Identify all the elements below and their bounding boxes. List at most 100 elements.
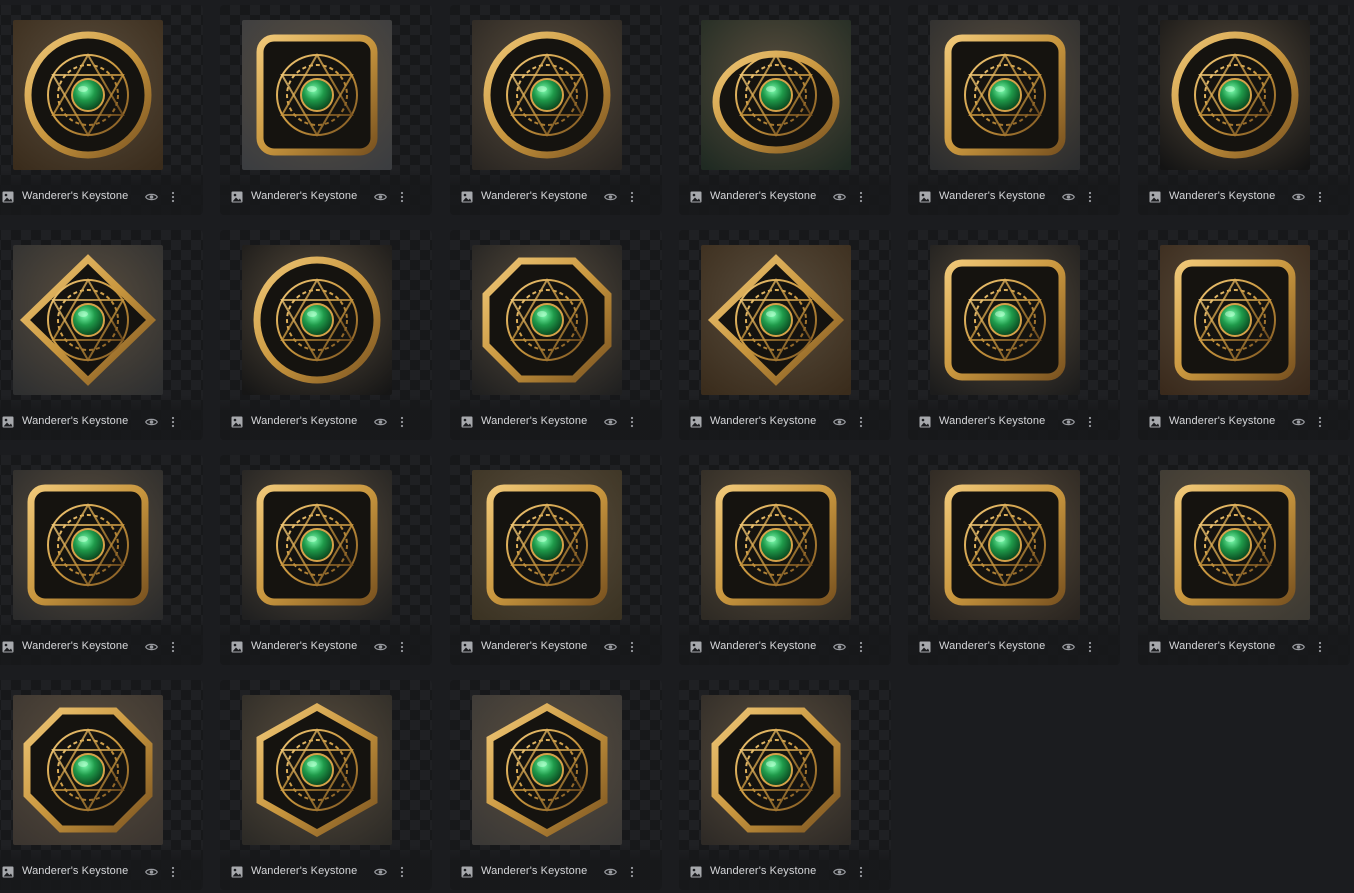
card-title: Wanderer's Keystone: [939, 415, 1046, 427]
keystone-thumbnail[interactable]: [242, 695, 392, 845]
image-icon: [1149, 416, 1161, 428]
gallery-card[interactable]: Wanderer's Keystone: [1138, 5, 1350, 215]
eye-icon[interactable]: [833, 642, 846, 652]
more-vertical-icon[interactable]: [1316, 415, 1324, 429]
card-footer: Wanderer's Keystone: [450, 845, 662, 890]
keystone-thumbnail[interactable]: [930, 470, 1080, 620]
keystone-thumbnail[interactable]: [701, 695, 851, 845]
gallery-card[interactable]: Wanderer's Keystone: [679, 5, 891, 215]
gallery-card[interactable]: Wanderer's Keystone: [908, 230, 1120, 440]
more-vertical-icon[interactable]: [1086, 190, 1094, 204]
more-vertical-icon[interactable]: [628, 865, 636, 879]
gallery-card[interactable]: Wanderer's Keystone: [908, 5, 1120, 215]
eye-icon[interactable]: [1292, 192, 1305, 202]
eye-icon[interactable]: [1292, 642, 1305, 652]
card-footer: Wanderer's Keystone: [908, 395, 1120, 440]
gallery-card[interactable]: Wanderer's Keystone: [1138, 230, 1350, 440]
card-footer: Wanderer's Keystone: [0, 395, 203, 440]
gallery-card[interactable]: Wanderer's Keystone: [0, 680, 203, 890]
keystone-thumbnail[interactable]: [701, 470, 851, 620]
more-vertical-icon[interactable]: [628, 640, 636, 654]
keystone-thumbnail[interactable]: [13, 695, 163, 845]
eye-icon[interactable]: [374, 417, 387, 427]
card-footer: Wanderer's Keystone: [0, 170, 203, 215]
gallery-card[interactable]: Wanderer's Keystone: [1138, 455, 1350, 665]
gallery-card[interactable]: Wanderer's Keystone: [679, 230, 891, 440]
eye-icon[interactable]: [1062, 417, 1075, 427]
more-vertical-icon[interactable]: [857, 640, 865, 654]
more-vertical-icon[interactable]: [169, 190, 177, 204]
card-footer: Wanderer's Keystone: [220, 845, 432, 890]
keystone-thumbnail[interactable]: [242, 245, 392, 395]
gallery-card[interactable]: Wanderer's Keystone: [0, 5, 203, 215]
eye-icon[interactable]: [833, 867, 846, 877]
eye-icon[interactable]: [145, 417, 158, 427]
gallery-card[interactable]: Wanderer's Keystone: [0, 455, 203, 665]
gallery-card[interactable]: Wanderer's Keystone: [679, 455, 891, 665]
eye-icon[interactable]: [833, 417, 846, 427]
gallery-card[interactable]: Wanderer's Keystone: [450, 230, 662, 440]
more-vertical-icon[interactable]: [1316, 640, 1324, 654]
more-vertical-icon[interactable]: [169, 640, 177, 654]
more-vertical-icon[interactable]: [628, 415, 636, 429]
keystone-thumbnail[interactable]: [472, 20, 622, 170]
eye-icon[interactable]: [1062, 192, 1075, 202]
eye-icon[interactable]: [145, 642, 158, 652]
eye-icon[interactable]: [374, 192, 387, 202]
gallery-card[interactable]: Wanderer's Keystone: [450, 680, 662, 890]
keystone-thumbnail[interactable]: [13, 20, 163, 170]
image-icon: [231, 416, 243, 428]
more-vertical-icon[interactable]: [857, 415, 865, 429]
gallery-card[interactable]: Wanderer's Keystone: [220, 230, 432, 440]
keystone-thumbnail[interactable]: [13, 245, 163, 395]
more-vertical-icon[interactable]: [1316, 190, 1324, 204]
keystone-thumbnail[interactable]: [701, 245, 851, 395]
gallery-card[interactable]: Wanderer's Keystone: [0, 230, 203, 440]
keystone-thumbnail[interactable]: [1160, 20, 1310, 170]
keystone-thumbnail[interactable]: [472, 470, 622, 620]
gallery-card[interactable]: Wanderer's Keystone: [908, 455, 1120, 665]
keystone-thumbnail[interactable]: [1160, 470, 1310, 620]
keystone-thumbnail[interactable]: [930, 20, 1080, 170]
eye-icon[interactable]: [604, 417, 617, 427]
more-vertical-icon[interactable]: [398, 640, 406, 654]
more-vertical-icon[interactable]: [398, 865, 406, 879]
gallery-card[interactable]: Wanderer's Keystone: [679, 680, 891, 890]
more-vertical-icon[interactable]: [857, 190, 865, 204]
keystone-thumbnail[interactable]: [242, 20, 392, 170]
keystone-thumbnail[interactable]: [13, 470, 163, 620]
eye-icon[interactable]: [833, 192, 846, 202]
image-icon: [2, 191, 14, 203]
eye-icon[interactable]: [145, 867, 158, 877]
eye-icon[interactable]: [604, 192, 617, 202]
gallery-card[interactable]: Wanderer's Keystone: [220, 680, 432, 890]
keystone-thumbnail[interactable]: [472, 245, 622, 395]
eye-icon[interactable]: [374, 867, 387, 877]
card-title: Wanderer's Keystone: [251, 865, 358, 877]
eye-icon[interactable]: [604, 642, 617, 652]
image-icon: [231, 866, 243, 878]
gallery-card[interactable]: Wanderer's Keystone: [220, 5, 432, 215]
eye-icon[interactable]: [1062, 642, 1075, 652]
gallery-card[interactable]: Wanderer's Keystone: [450, 5, 662, 215]
more-vertical-icon[interactable]: [169, 865, 177, 879]
more-vertical-icon[interactable]: [1086, 415, 1094, 429]
eye-icon[interactable]: [1292, 417, 1305, 427]
eye-icon[interactable]: [604, 867, 617, 877]
more-vertical-icon[interactable]: [628, 190, 636, 204]
more-vertical-icon[interactable]: [857, 865, 865, 879]
keystone-thumbnail[interactable]: [701, 20, 851, 170]
more-vertical-icon[interactable]: [169, 415, 177, 429]
gallery-card[interactable]: Wanderer's Keystone: [220, 455, 432, 665]
keystone-thumbnail[interactable]: [930, 245, 1080, 395]
card-title: Wanderer's Keystone: [22, 640, 129, 652]
keystone-thumbnail[interactable]: [242, 470, 392, 620]
keystone-thumbnail[interactable]: [472, 695, 622, 845]
more-vertical-icon[interactable]: [398, 190, 406, 204]
eye-icon[interactable]: [145, 192, 158, 202]
more-vertical-icon[interactable]: [398, 415, 406, 429]
keystone-thumbnail[interactable]: [1160, 245, 1310, 395]
gallery-card[interactable]: Wanderer's Keystone: [450, 455, 662, 665]
more-vertical-icon[interactable]: [1086, 640, 1094, 654]
eye-icon[interactable]: [374, 642, 387, 652]
